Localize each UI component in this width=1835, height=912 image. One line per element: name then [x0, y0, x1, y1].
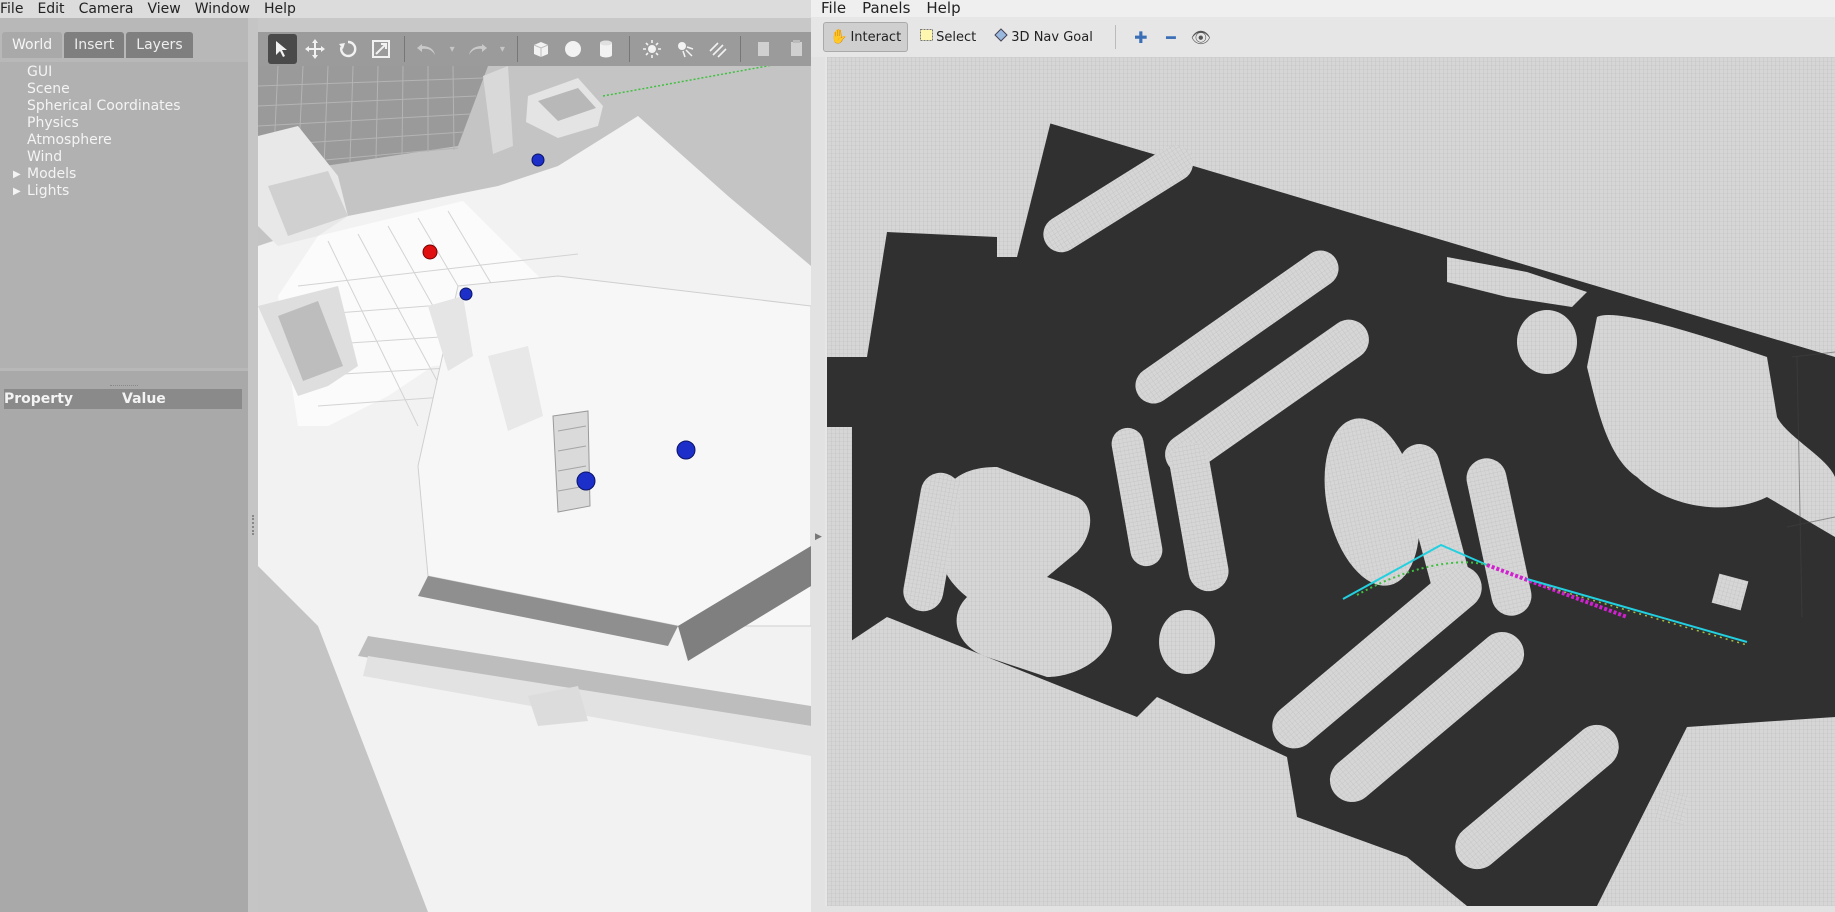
menu-camera[interactable]: Camera [79, 0, 148, 18]
select-mode-icon[interactable] [268, 34, 297, 64]
tree-item-label: Physics [27, 115, 79, 131]
property-table-header: Property Value [4, 389, 242, 409]
toolbar-separator [403, 36, 405, 62]
panel-splitter[interactable] [248, 18, 258, 912]
interact-tool-label: Interact [850, 29, 902, 45]
tree-item-label: Scene [27, 81, 70, 97]
nav-goal-tool-button[interactable]: 3D Nav Goal [988, 22, 1099, 52]
collapse-arrow-icon[interactable]: ▶ [815, 532, 822, 542]
tree-item-label: Spherical Coordinates [27, 98, 181, 114]
tab-insert[interactable]: Insert [64, 32, 125, 58]
gazebo-tabs: World Insert Layers [0, 32, 193, 58]
box-icon[interactable] [526, 34, 555, 64]
menu-file[interactable]: File [0, 0, 37, 18]
gazebo-toolbar: ▾ ▾ [258, 32, 811, 66]
sphere-icon[interactable] [559, 34, 588, 64]
tree-item-atmosphere[interactable]: Atmosphere [0, 132, 248, 149]
tree-item-spherical-coordinates[interactable]: Spherical Coordinates [0, 98, 248, 115]
rotate-mode-icon[interactable] [334, 34, 363, 64]
rviz-3d-viewport[interactable] [827, 57, 1835, 906]
redo-icon[interactable] [463, 34, 492, 64]
occupancy-map [827, 57, 1835, 906]
tree-item-label: Wind [27, 149, 63, 165]
cylinder-icon[interactable] [592, 34, 621, 64]
toolbar-separator [1114, 25, 1116, 49]
undo-dropdown-icon[interactable]: ▾ [445, 34, 458, 64]
robot-blue [676, 440, 696, 460]
property-panel: Property Value [0, 371, 248, 912]
gazebo-scene [258, 66, 811, 912]
menu-help[interactable]: Help [264, 0, 310, 18]
spot-light-icon[interactable] [671, 34, 700, 64]
toolbar-separator [628, 36, 630, 62]
hand-icon: ✋ [830, 29, 848, 45]
select-tool-label: Select [936, 29, 977, 45]
robot-blue [459, 287, 473, 301]
tab-world[interactable]: World [2, 32, 63, 58]
robot-red [422, 244, 438, 260]
scale-mode-icon[interactable] [367, 34, 396, 64]
tree-item-label: Lights [27, 183, 70, 199]
rviz-menu-help[interactable]: Help [926, 0, 960, 17]
copy-icon[interactable] [749, 34, 778, 64]
camera-view-icon[interactable]: 👁 [1186, 22, 1216, 52]
toolbar-separator [740, 36, 742, 62]
menu-edit[interactable]: Edit [37, 0, 78, 18]
tree-item-label: Atmosphere [27, 132, 112, 148]
gazebo-menubar: File Edit Camera View Window Help [0, 0, 811, 18]
redo-dropdown-icon[interactable]: ▾ [496, 34, 509, 64]
rviz-menubar: File Panels Help [811, 0, 1835, 17]
nav-goal-tool-label: 3D Nav Goal [1011, 29, 1093, 45]
tree-item-gui[interactable]: GUI [0, 64, 248, 81]
expand-arrow-icon[interactable]: ▶ [13, 166, 21, 183]
menu-view[interactable]: View [148, 0, 195, 18]
paste-icon[interactable] [782, 34, 811, 64]
splitter-grip-icon [252, 515, 254, 535]
add-tool-icon[interactable]: ✚ [1126, 22, 1156, 52]
tree-item-physics[interactable]: Physics [0, 115, 248, 132]
tree-item-label: GUI [27, 64, 53, 80]
remove-tool-icon[interactable]: ━ [1156, 22, 1186, 52]
menu-window[interactable]: Window [195, 0, 264, 18]
rviz-toolbar: ✋ Interact Select 3D Nav Goal ✚ ━ 👁 [811, 17, 1835, 57]
undo-icon[interactable] [412, 34, 441, 64]
tree-item-wind[interactable]: Wind [0, 149, 248, 166]
interact-tool-button[interactable]: ✋ Interact [823, 22, 909, 52]
expand-arrow-icon[interactable]: ▶ [13, 183, 21, 200]
panel-resize-grip[interactable] [110, 385, 138, 387]
tree-item-label: Models [27, 166, 77, 182]
tree-item-lights[interactable]: ▶ Lights [0, 183, 248, 200]
value-column-header: Value [122, 391, 166, 407]
property-column-header: Property [4, 391, 74, 407]
tab-layers[interactable]: Layers [126, 32, 193, 58]
point-light-icon[interactable] [638, 34, 667, 64]
tree-item-models[interactable]: ▶ Models [0, 166, 248, 183]
nav-goal-icon [994, 28, 1008, 46]
toolbar-separator [517, 36, 519, 62]
rviz-window: File Panels Help ✋ Interact Select 3D Na… [811, 0, 1835, 912]
tree-item-scene[interactable]: Scene [0, 81, 248, 98]
robot-blue [576, 471, 596, 491]
rviz-menu-panels[interactable]: Panels [862, 0, 910, 17]
gazebo-left-panel: World Insert Layers GUI Scene Spherical … [0, 18, 248, 912]
select-tool-button[interactable]: Select [914, 22, 982, 52]
translate-mode-icon[interactable] [301, 34, 330, 64]
robot-blue [531, 153, 545, 167]
directional-light-icon[interactable] [703, 34, 732, 64]
rviz-menu-file[interactable]: File [821, 0, 846, 17]
gazebo-window: File Edit Camera View Window Help World … [0, 0, 811, 912]
world-tree: GUI Scene Spherical Coordinates Physics … [0, 62, 248, 368]
select-box-icon [920, 29, 934, 45]
gazebo-3d-viewport[interactable] [258, 66, 811, 912]
rviz-left-dock-edge[interactable]: ▶ [811, 57, 825, 912]
rviz-statusbar [811, 906, 1835, 912]
